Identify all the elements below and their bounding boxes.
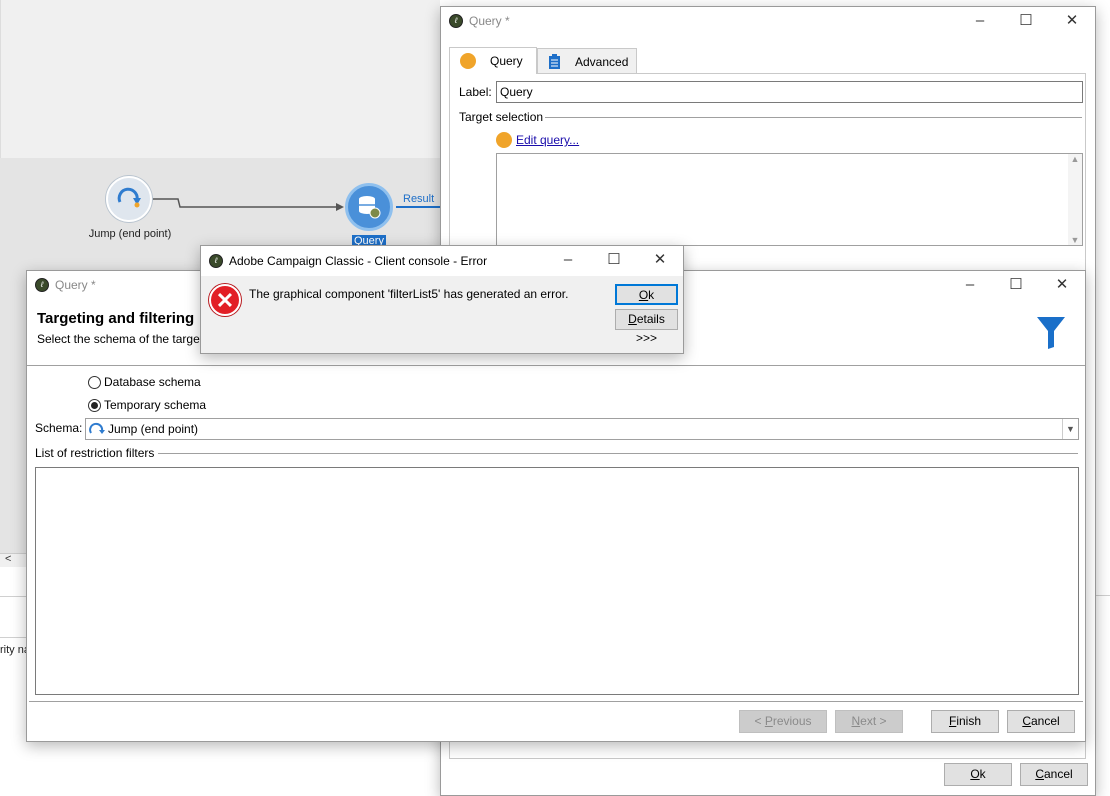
app-icon: ℓ — [35, 278, 49, 292]
tab-query[interactable]: Query — [449, 47, 537, 74]
label-input[interactable] — [496, 81, 1083, 103]
minimize-button[interactable]: – — [545, 246, 591, 274]
app-icon: ℓ — [449, 14, 463, 28]
close-button[interactable]: ✕ — [637, 246, 683, 274]
maximize-button[interactable]: ☐ — [591, 246, 637, 274]
cancel-button[interactable]: Cancel — [1020, 763, 1088, 786]
jump-icon — [89, 422, 105, 434]
ok-button[interactable]: Ok — [944, 763, 1012, 786]
close-button[interactable]: ✕ — [1049, 7, 1095, 35]
query-activity-icon — [460, 53, 476, 69]
filters-caption: List of restriction filters — [35, 446, 155, 460]
edit-query-icon — [496, 132, 512, 148]
chevron-down-icon[interactable]: ▼ — [1062, 419, 1078, 439]
temporary-schema-label: Temporary schema — [104, 398, 207, 412]
query-activity-node[interactable] — [345, 183, 393, 231]
previous-button[interactable]: < Previous — [739, 710, 827, 733]
tab-label: Query — [490, 54, 523, 68]
tab-advanced[interactable]: Advanced — [537, 48, 637, 74]
query-description-area[interactable]: ▲ ▼ — [496, 153, 1083, 246]
minimize-button[interactable]: – — [947, 271, 993, 299]
header-divider — [27, 365, 1085, 366]
next-button[interactable]: Next > — [835, 710, 903, 733]
minimize-button[interactable]: – — [957, 7, 1003, 35]
scroll-down-arrow[interactable]: ▼ — [1068, 235, 1082, 245]
details-button[interactable]: Details >>> — [615, 309, 678, 345]
transition-label: Result — [403, 193, 435, 205]
schema-caption: Schema: — [35, 421, 83, 435]
restriction-filters-list[interactable] — [35, 467, 1079, 695]
filter-icon — [1037, 317, 1065, 349]
error-dialog-title: Adobe Campaign Classic - Client console … — [229, 254, 488, 268]
close-button[interactable]: ✕ — [1039, 271, 1085, 299]
jump-icon — [117, 187, 141, 208]
error-message: The graphical component 'filterList5' ha… — [249, 287, 569, 301]
database-schema-label: Database schema — [104, 375, 201, 389]
schema-value: Jump (end point) — [108, 422, 199, 436]
scroll-up-arrow[interactable]: ▲ — [1068, 154, 1082, 164]
schema-select[interactable]: Jump (end point) ▼ — [85, 418, 1079, 440]
maximize-button[interactable]: ☐ — [1003, 7, 1049, 35]
maximize-button[interactable]: ☐ — [993, 271, 1039, 299]
jump-activity-node[interactable] — [106, 176, 152, 222]
jump-node-label: Jump (end point) — [88, 228, 172, 240]
wizard-heading: Targeting and filtering — [37, 310, 195, 327]
scroll-left-arrow[interactable]: < — [5, 553, 11, 565]
group-divider — [158, 453, 1078, 454]
database-schema-radio[interactable] — [88, 376, 101, 389]
workflow-toolbar-area — [0, 0, 440, 158]
error-icon: ✕ — [209, 284, 241, 316]
footer-divider — [29, 701, 1083, 702]
transition-arrow — [152, 198, 440, 211]
clipboard-icon — [549, 54, 560, 69]
target-selection-caption: Target selection — [459, 110, 544, 124]
error-dialog: ℓ Adobe Campaign Classic - Client consol… — [200, 245, 684, 354]
database-icon — [359, 196, 381, 219]
temporary-schema-radio[interactable] — [88, 399, 101, 412]
edit-query-link[interactable]: Edit query... — [516, 133, 579, 147]
tab-label: Advanced — [575, 54, 629, 69]
vertical-scrollbar[interactable]: ▲ ▼ — [1068, 154, 1082, 245]
error-ok-button[interactable]: Ok — [615, 284, 678, 305]
query-window-title: Query * — [469, 14, 510, 28]
group-divider — [545, 117, 1082, 118]
cancel-button[interactable]: Cancel — [1007, 710, 1075, 733]
finish-button[interactable]: Finish — [931, 710, 999, 733]
label-caption: Label: — [459, 85, 492, 99]
app-icon: ℓ — [209, 254, 223, 268]
wizard-title: Query * — [55, 278, 96, 292]
wizard-subheading: Select the schema of the target — [37, 332, 204, 346]
